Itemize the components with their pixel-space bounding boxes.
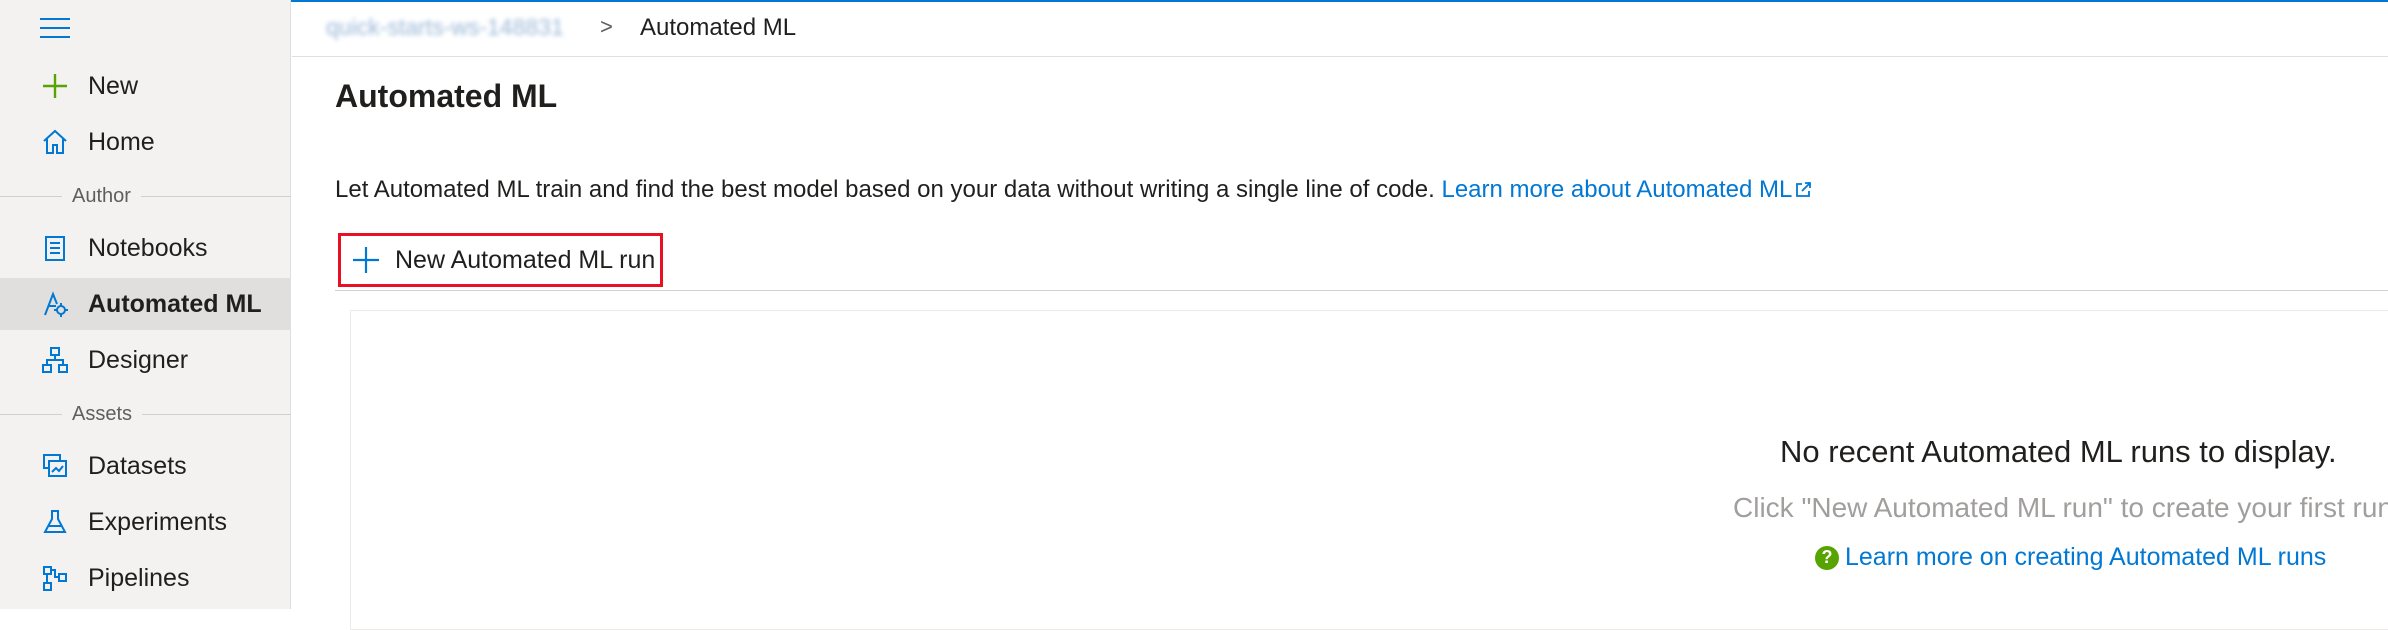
nav-item-datasets[interactable]: Datasets bbox=[0, 440, 291, 492]
nav-label: Designer bbox=[88, 345, 189, 374]
external-link-icon bbox=[1796, 182, 1812, 197]
toolbar-divider bbox=[335, 290, 2388, 291]
new-automated-ml-run-button[interactable]: New Automated ML run bbox=[338, 233, 663, 287]
runs-list-panel bbox=[350, 310, 2388, 630]
button-label: New Automated ML run bbox=[395, 245, 656, 274]
nav-item-designer[interactable]: Designer bbox=[0, 334, 291, 386]
nav-label: New bbox=[88, 71, 139, 100]
nav-item-new[interactable]: New bbox=[0, 60, 291, 112]
description-text: Let Automated ML train and find the best… bbox=[335, 176, 1435, 203]
designer-icon bbox=[40, 345, 70, 375]
learn-more-automated-ml-link[interactable]: Learn more about Automated ML bbox=[1441, 176, 1812, 203]
automated-ml-icon bbox=[40, 289, 70, 319]
nav-item-pipelines[interactable]: Pipelines bbox=[0, 552, 291, 604]
nav-item-notebooks[interactable]: Notebooks bbox=[0, 222, 291, 274]
datasets-icon bbox=[40, 451, 70, 481]
left-nav: New Home Author Notebooks Automated ML D… bbox=[0, 0, 291, 609]
nav-label: Home bbox=[88, 127, 155, 156]
nav-label: Pipelines bbox=[88, 563, 190, 592]
pipelines-icon bbox=[40, 563, 70, 593]
breadcrumb: quick-starts-ws-148831 > Automated ML bbox=[292, 0, 2388, 57]
hamburger-menu-icon[interactable] bbox=[40, 18, 70, 42]
nav-label: Automated ML bbox=[88, 289, 262, 318]
help-link-label: Learn more on creating Automated ML runs bbox=[1845, 543, 2327, 571]
plus-icon bbox=[40, 71, 70, 101]
nav-item-experiments[interactable]: Experiments bbox=[0, 496, 291, 548]
flask-icon bbox=[40, 507, 70, 537]
empty-state-title: No recent Automated ML runs to display. bbox=[1780, 434, 2337, 469]
page-description: Let Automated ML train and find the best… bbox=[335, 176, 1812, 204]
home-icon bbox=[40, 127, 70, 157]
breadcrumb-workspace-link[interactable]: quick-starts-ws-148831 bbox=[326, 14, 564, 41]
plus-icon bbox=[353, 247, 379, 273]
nav-item-home[interactable]: Home bbox=[0, 116, 291, 168]
page-title: Automated ML bbox=[335, 78, 558, 114]
nav-item-automated-ml[interactable]: Automated ML bbox=[0, 278, 291, 330]
help-question-icon: ? bbox=[1815, 545, 1839, 570]
notebook-icon bbox=[40, 233, 70, 263]
section-header-assets: Assets bbox=[0, 399, 291, 429]
empty-state-subtitle: Click "New Automated ML run" to create y… bbox=[1733, 492, 2388, 523]
breadcrumb-current: Automated ML bbox=[640, 14, 797, 41]
nav-label: Datasets bbox=[88, 451, 187, 480]
nav-label: Notebooks bbox=[88, 233, 208, 262]
section-header-author: Author bbox=[0, 181, 291, 211]
nav-label: Experiments bbox=[88, 507, 227, 536]
chevron-right-icon: > bbox=[600, 14, 613, 39]
learn-more-creating-runs-link[interactable]: ? Learn more on creating Automated ML ru… bbox=[1815, 543, 2326, 572]
